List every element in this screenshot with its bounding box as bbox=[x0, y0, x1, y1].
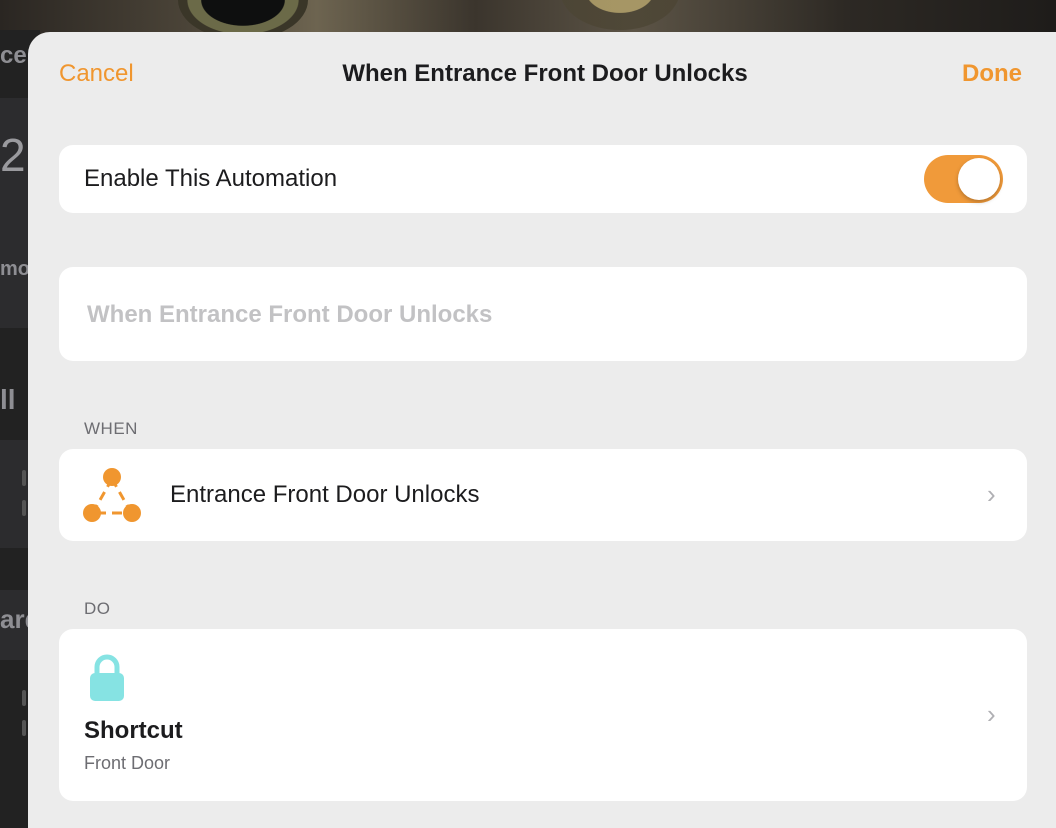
action-subtitle: Front Door bbox=[84, 753, 171, 773]
lock-icon bbox=[90, 654, 124, 701]
sheet-title: When Entrance Front Door Unlocks bbox=[342, 60, 748, 87]
background-text bbox=[22, 720, 26, 736]
trigger-row[interactable]: Entrance Front Door Unlocks › bbox=[59, 449, 1027, 541]
background-text: mo bbox=[0, 258, 30, 280]
automation-name-row bbox=[59, 267, 1027, 361]
automation-sheet: Cancel When Entrance Front Door Unlocks … bbox=[28, 32, 1056, 828]
background-text bbox=[22, 470, 26, 486]
toggle-knob bbox=[958, 158, 1000, 200]
done-button[interactable]: Done bbox=[962, 60, 1022, 88]
action-row[interactable]: Shortcut Front Door › bbox=[59, 629, 1027, 801]
automation-name-input[interactable] bbox=[87, 297, 987, 333]
when-section-header: WHEN bbox=[84, 419, 138, 438]
enable-automation-label: Enable This Automation bbox=[84, 165, 338, 192]
automation-trigger-icon bbox=[83, 468, 141, 522]
enable-automation-toggle[interactable] bbox=[924, 155, 1003, 203]
trigger-label: Entrance Front Door Unlocks bbox=[170, 481, 480, 508]
background-text: ll bbox=[0, 384, 16, 415]
chevron-right-icon: › bbox=[987, 699, 996, 729]
do-section-header: DO bbox=[84, 599, 111, 618]
background-text bbox=[22, 500, 26, 516]
enable-automation-row: Enable This Automation bbox=[59, 145, 1027, 213]
background-text bbox=[22, 690, 26, 706]
action-title: Shortcut bbox=[84, 717, 183, 744]
background-text: ce bbox=[0, 42, 27, 69]
background-image-detail bbox=[560, 0, 680, 30]
chevron-right-icon: › bbox=[987, 479, 996, 509]
